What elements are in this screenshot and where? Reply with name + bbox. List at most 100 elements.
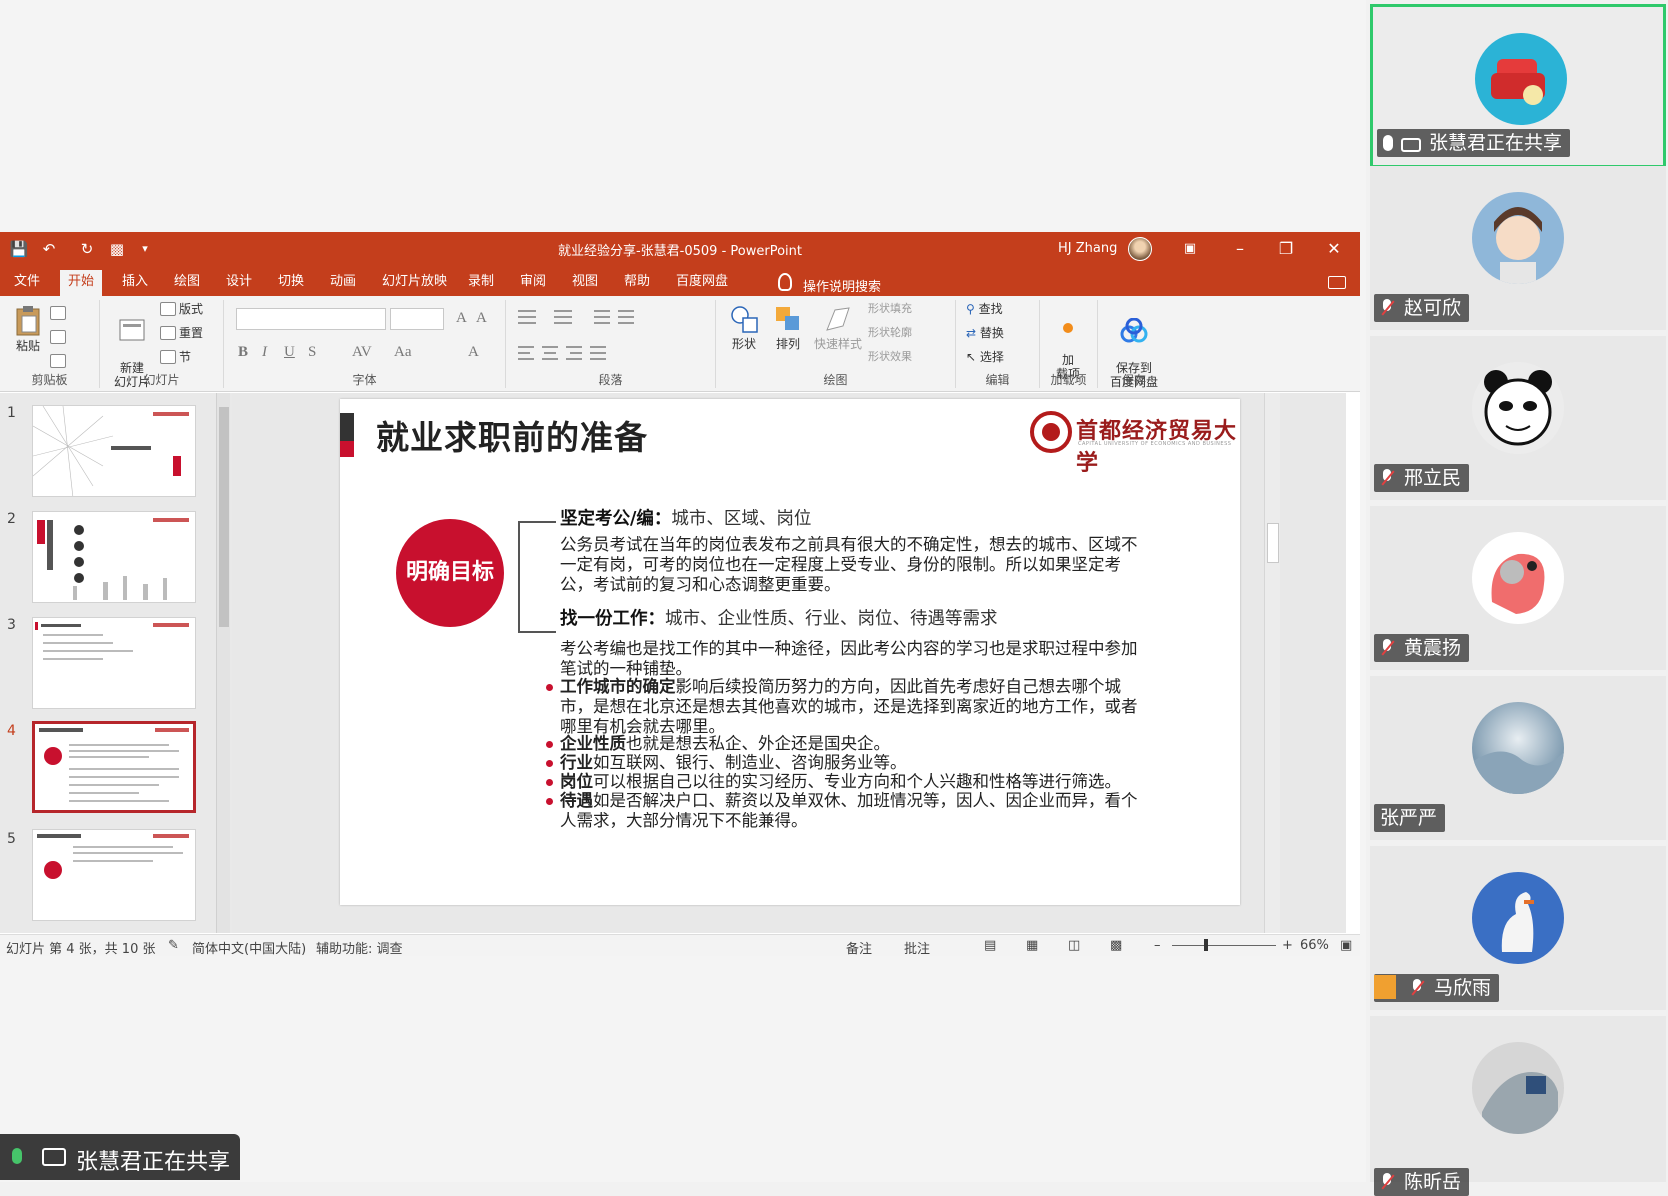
paste-button[interactable]: 粘贴	[8, 304, 48, 353]
search-icon: ⚲	[966, 302, 975, 316]
slide-thumb-3[interactable]	[32, 617, 196, 709]
avatar	[1472, 532, 1564, 624]
participant-name: 马欣雨	[1434, 977, 1492, 999]
comments-icon[interactable]	[1328, 276, 1346, 289]
arrange-button[interactable]: 排列	[768, 304, 808, 351]
tab-home[interactable]: 开始	[60, 270, 103, 296]
layout-button[interactable]: 版式	[160, 302, 203, 316]
slideshow-view-icon[interactable]: ▩	[1110, 938, 1122, 953]
scroll-thumb[interactable]	[219, 407, 229, 627]
tab-animations[interactable]: 动画	[326, 272, 360, 292]
group-addins: 加 载项 加载项	[1040, 300, 1098, 388]
tab-baidu[interactable]: 百度网盘	[672, 272, 732, 292]
zoom-slider[interactable]	[1172, 945, 1276, 946]
user-name[interactable]: HJ Zhang	[1058, 241, 1117, 256]
section-button[interactable]: 节	[160, 350, 191, 364]
font-color-icon[interactable]: A	[468, 344, 479, 361]
slide-thumb-2[interactable]	[32, 511, 196, 603]
zoom-level[interactable]: 66%	[1300, 938, 1329, 953]
participant-tile[interactable]: 张慧君正在共享	[1370, 4, 1666, 168]
italic-icon[interactable]: I	[262, 344, 267, 361]
tab-view[interactable]: 视图	[568, 272, 602, 292]
change-case-icon[interactable]: Aa	[394, 344, 412, 361]
bold-icon[interactable]: B	[238, 344, 248, 361]
group-font: A A B I U S AV Aa A 字体	[224, 300, 506, 388]
normal-view-icon[interactable]: ▤	[984, 938, 996, 953]
participant-tile[interactable]: 赵可欣	[1370, 166, 1666, 330]
grow-font-icon[interactable]: A	[456, 310, 467, 327]
user-avatar[interactable]	[1128, 237, 1152, 261]
copy-icon[interactable]	[50, 330, 66, 344]
reset-button[interactable]: 重置	[160, 326, 203, 340]
tab-review[interactable]: 审阅	[516, 272, 550, 292]
replace-button[interactable]: ⇄ 替换	[966, 326, 1004, 340]
sorter-view-icon[interactable]: ▦	[1026, 938, 1038, 953]
notes-button[interactable]: 备注	[846, 938, 872, 957]
close-icon[interactable]: ✕	[1314, 236, 1354, 262]
slide-thumb-5[interactable]	[32, 829, 196, 921]
tab-slideshow[interactable]: 幻灯片放映	[378, 272, 451, 292]
find-button[interactable]: ⚲ 查找	[966, 302, 1003, 316]
comments-button[interactable]: 批注	[904, 938, 930, 957]
group-editing: ⚲ 查找 ⇄ 替换 ↖ 选择 编辑	[956, 300, 1040, 388]
tab-help[interactable]: 帮助	[620, 272, 654, 292]
shrink-font-icon[interactable]: A	[476, 310, 487, 327]
group-label: 绘图	[823, 373, 848, 387]
shadow-icon[interactable]: S	[308, 344, 316, 361]
zoom-in-icon[interactable]: +	[1282, 938, 1293, 953]
shapes-button[interactable]: 形状	[724, 304, 764, 351]
select-button[interactable]: ↖ 选择	[966, 350, 1004, 364]
current-slide[interactable]: 就业求职前的准备 首都经济贸易大学 CAPITAL UNIVERSITY OF …	[340, 399, 1240, 905]
font-name-select[interactable]	[236, 308, 386, 330]
participant-tile[interactable]: 马欣雨	[1370, 846, 1666, 1010]
underline-icon[interactable]: U	[284, 344, 295, 361]
quick-styles-button[interactable]: 快速样式	[812, 304, 864, 351]
shape-effects-button[interactable]: 形状效果	[868, 350, 912, 364]
reading-view-icon[interactable]: ◫	[1068, 938, 1080, 953]
tab-transitions[interactable]: 切换	[274, 272, 308, 292]
slide-thumb-4[interactable]	[32, 721, 196, 813]
zoom-out-icon[interactable]: –	[1154, 938, 1161, 953]
participant-label: 邢立民	[1374, 464, 1470, 492]
screen-share-icon	[42, 1148, 66, 1166]
char-spacing-icon[interactable]: AV	[352, 344, 372, 361]
slide-scrollbar[interactable]	[1264, 393, 1280, 933]
slide-thumbnails-pane: 1 2 3 4 5	[0, 393, 232, 933]
tab-record[interactable]: 录制	[464, 272, 498, 292]
accessibility-status[interactable]: 辅助功能: 调查	[316, 938, 403, 957]
ribbon-display-icon[interactable]: ▣	[1170, 236, 1210, 262]
participant-tile[interactable]: 黄震扬	[1370, 506, 1666, 670]
group-drawing: 形状 排列 快速样式 形状填充 形状轮廓 形状效果 绘图	[716, 300, 956, 388]
bullet-industry: 行业如互联网、银行、制造业、咨询服务业等。	[560, 753, 907, 772]
shape-outline-button[interactable]: 形状轮廓	[868, 326, 912, 340]
participants-panel: 张慧君正在共享 赵可欣 邢立民 黄震扬 张严严 马欣雨 陈昕岳	[1366, 0, 1668, 1196]
cut-icon[interactable]	[50, 306, 66, 320]
restore-icon[interactable]: ❐	[1266, 236, 1306, 262]
group-label: 剪贴板	[31, 373, 68, 387]
minimize-icon[interactable]: –	[1220, 236, 1260, 262]
language-indicator[interactable]: 简体中文(中国大陆)	[192, 938, 306, 957]
slide-thumb-1[interactable]	[32, 405, 196, 497]
participant-tile[interactable]: 邢立民	[1370, 336, 1666, 500]
tab-draw[interactable]: 绘图	[170, 272, 204, 292]
shape-fill-button[interactable]: 形状填充	[868, 302, 912, 316]
tab-insert[interactable]: 插入	[118, 272, 152, 292]
scroll-thumb[interactable]	[1267, 523, 1279, 563]
tab-design[interactable]: 设计	[222, 272, 256, 292]
participant-tile[interactable]: 陈昕岳	[1370, 1016, 1666, 1196]
mic-icon	[1383, 135, 1393, 151]
bullet-dot	[546, 779, 553, 786]
tab-file[interactable]: 文件	[10, 272, 44, 292]
zoom-slider-knob[interactable]	[1204, 939, 1208, 951]
tell-me-search[interactable]: 操作说明搜索	[803, 276, 881, 295]
paragraph-tools-icon[interactable]	[518, 310, 708, 370]
thumbnails-scrollbar[interactable]	[216, 393, 230, 933]
format-painter-icon[interactable]	[50, 354, 66, 368]
participant-tile[interactable]: 张严严	[1370, 676, 1666, 840]
fit-slide-icon[interactable]: ▣	[1340, 938, 1352, 953]
addins-icon	[1063, 323, 1073, 333]
participant-label: 张慧君正在共享	[1377, 129, 1571, 157]
font-size-select[interactable]	[390, 308, 444, 330]
addins-button[interactable]: 加 载项	[1048, 306, 1088, 381]
spellcheck-icon[interactable]: ✎	[168, 938, 179, 953]
